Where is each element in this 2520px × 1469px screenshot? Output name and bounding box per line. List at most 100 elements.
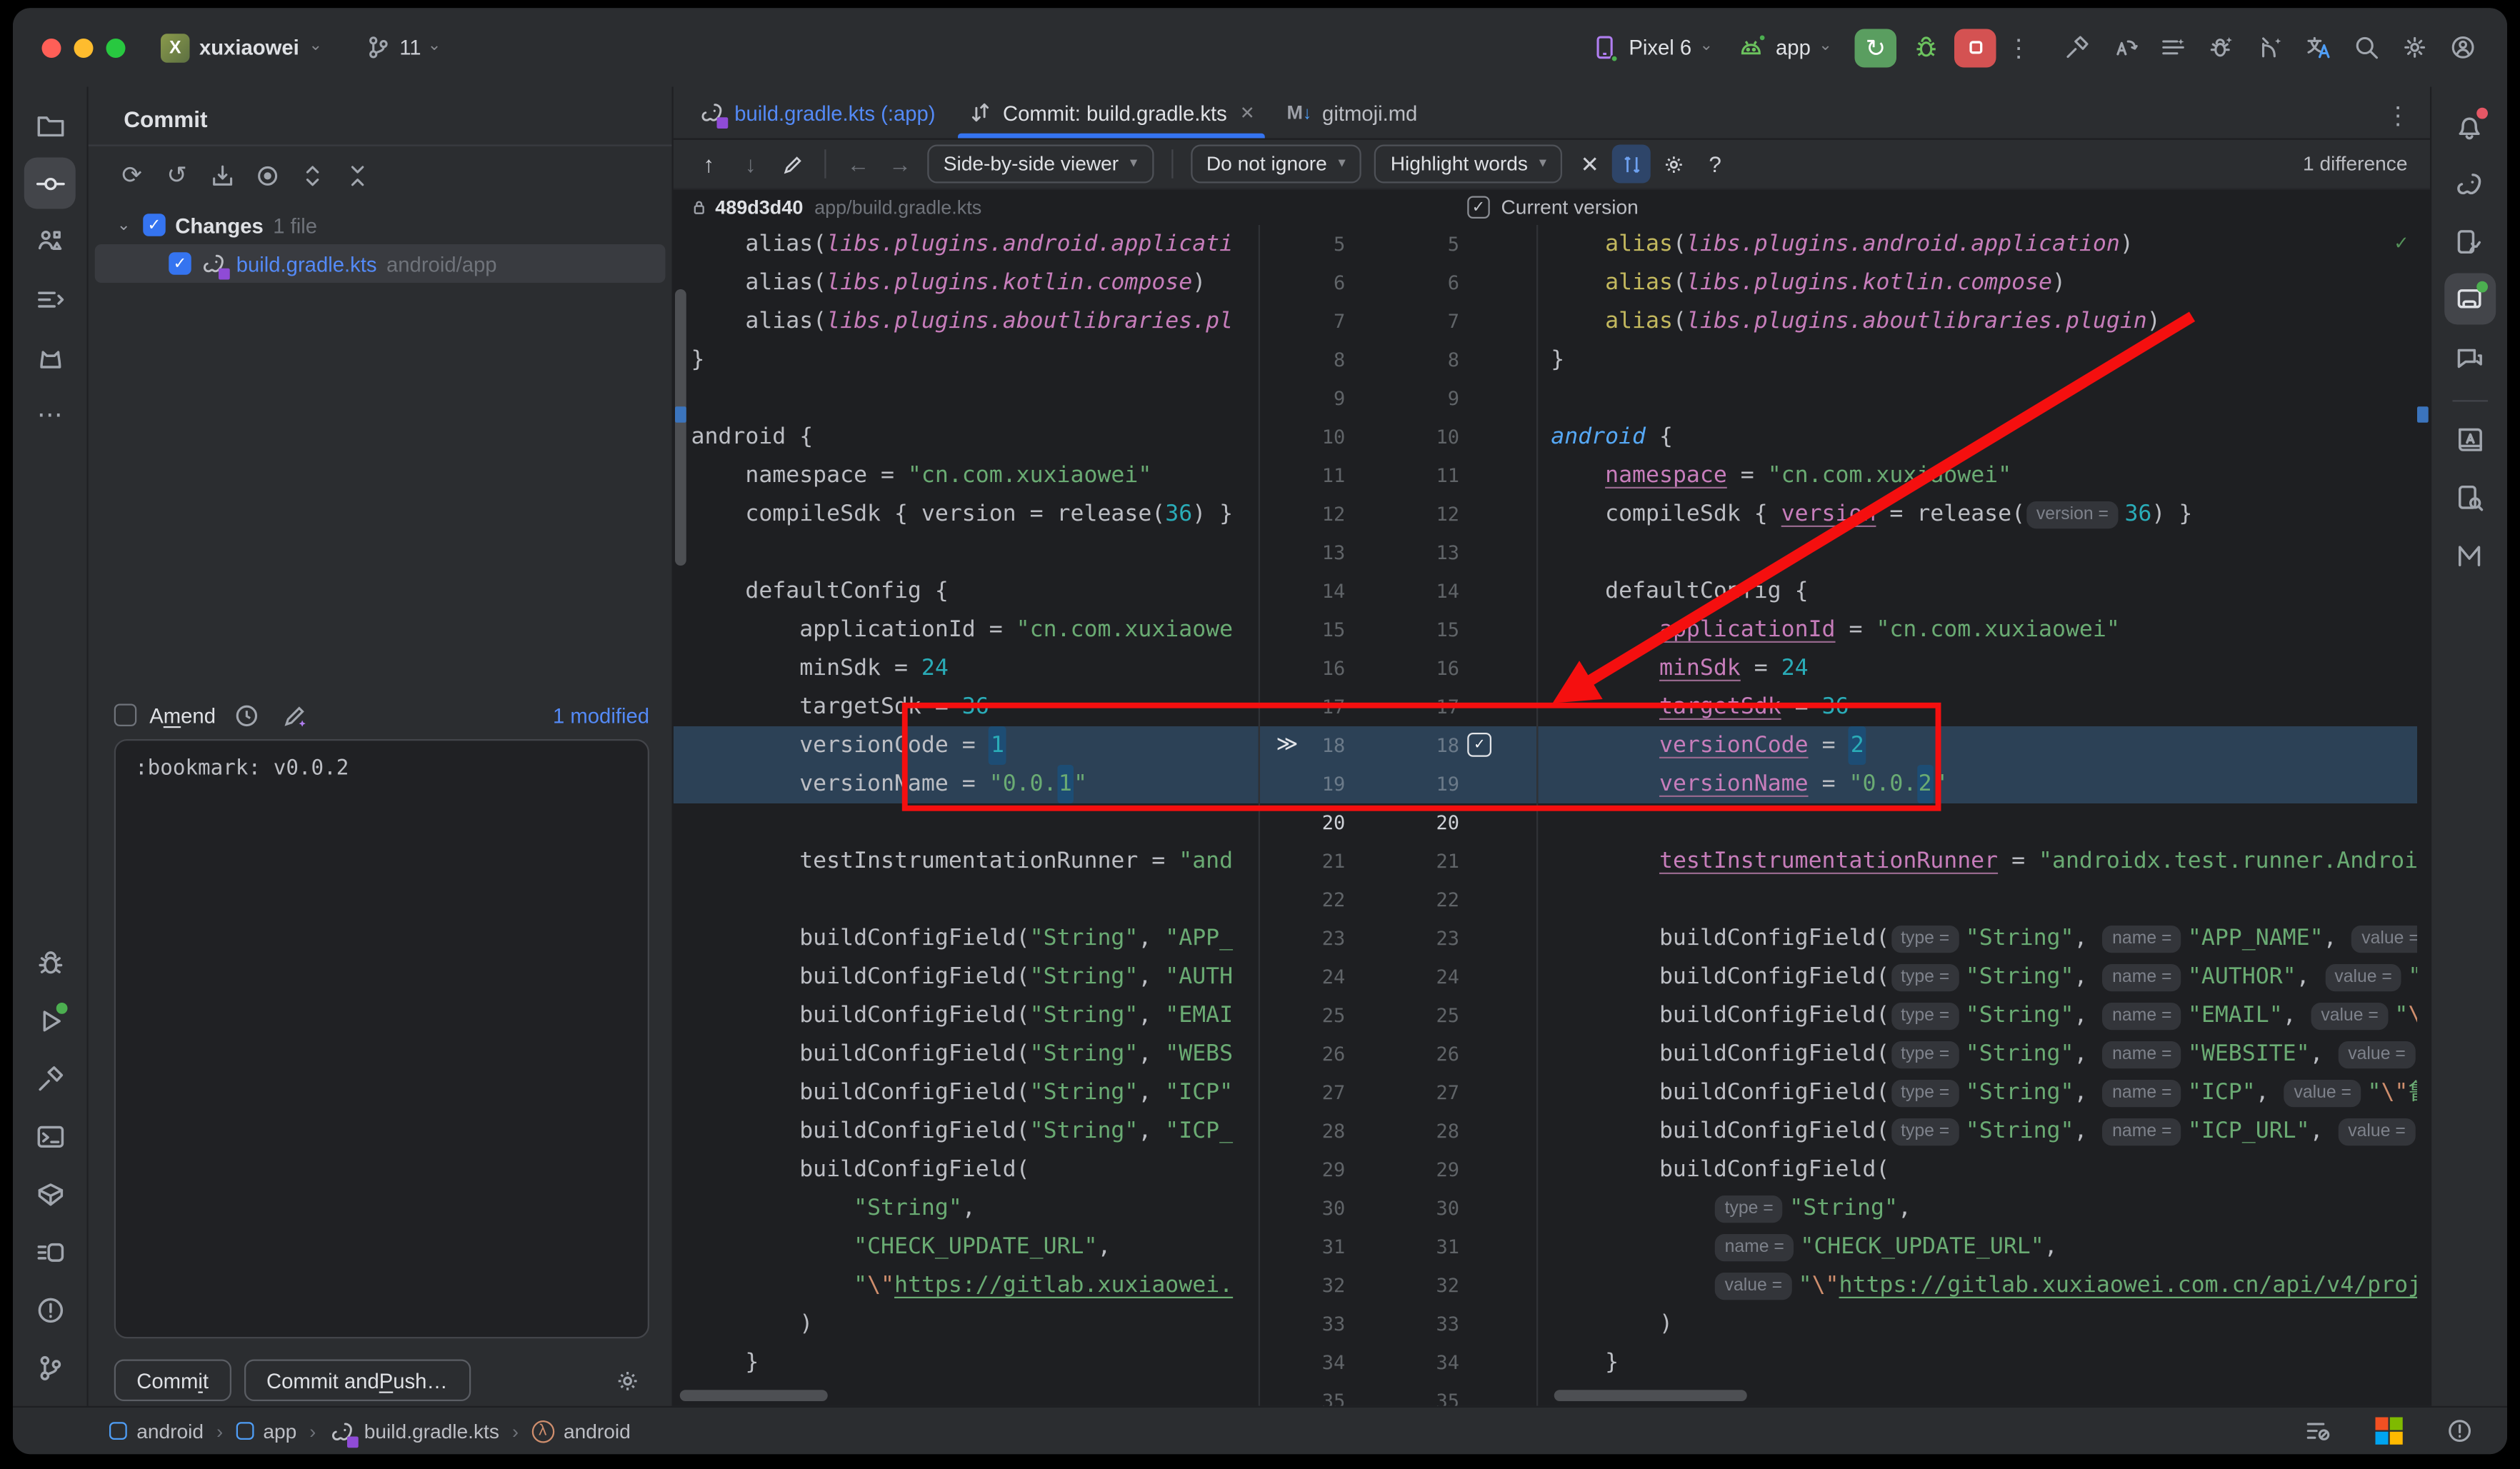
commit-icon[interactable] [24,158,76,209]
close-tab-icon[interactable]: ✕ [1240,102,1255,123]
refresh-icon[interactable]: ⟳ [111,154,153,196]
current-version-checkbox[interactable]: ✓ [1467,196,1490,219]
commit-button[interactable]: Commit [114,1360,231,1402]
back-icon[interactable]: ← [839,145,878,184]
stop-button[interactable] [1954,28,1996,66]
debug-button[interactable] [1903,25,1948,70]
commit-history-icon[interactable] [229,698,264,733]
collapse-unchanged-icon[interactable]: ✕ [1571,145,1609,184]
whitespace-dropdown[interactable]: Do not ignore▾ [1190,145,1361,184]
gutter-row-21: 2121 [1260,842,1536,881]
notifications-icon[interactable] [2444,100,2495,151]
expand-all-icon[interactable] [291,154,333,196]
gutter-row-28: 2828 [1260,1112,1536,1150]
device-selector[interactable]: Pixel 6 ⌄ [1589,31,1713,64]
help-icon[interactable]: ? [1696,145,1734,184]
close-window-button[interactable] [42,38,61,57]
branch-icon[interactable] [24,1342,76,1393]
changes-group-row[interactable]: ⌄ ✓ Changes 1 file [95,206,666,244]
run-play-icon[interactable] [24,995,76,1046]
next-difference-icon[interactable]: ↓ [731,145,770,184]
profiler-icon[interactable] [24,1226,76,1278]
minimize-window-button[interactable] [74,38,94,57]
ai-chat-icon[interactable] [2444,331,2495,383]
device-explorer-icon[interactable] [2444,471,2495,522]
gutter-row-17: 1717 [1260,688,1536,726]
apply-change-chevron-icon[interactable]: ≫ [1276,726,1296,765]
gradle-icon[interactable] [2444,158,2495,209]
modified-files-link[interactable]: 1 modified [553,703,649,727]
inspection-ok-icon[interactable]: ✓ [2395,231,2408,256]
commit-message-input[interactable]: :bookmark: v0.0.2 [114,739,649,1338]
file-checkbox[interactable]: ✓ [169,252,191,275]
tab-options-icon[interactable]: ⋮ [2382,101,2414,131]
translate-icon[interactable] [2295,25,2340,70]
flow-icon[interactable] [24,274,76,325]
settings-icon[interactable] [2391,25,2436,70]
diff-settings-gear-icon[interactable] [1654,145,1693,184]
rerun-button[interactable]: ↻ [1855,28,1897,66]
tab-gitmoji-md[interactable]: M↓gitmoji.md [1271,87,1434,139]
more-actions-icon[interactable]: ⋮ [2003,33,2035,62]
problems-icon[interactable] [2436,1408,2481,1453]
changed-file-row[interactable]: ✓ build.gradle.kts android/app [95,244,666,283]
commit-and-push-button[interactable]: Commit and Push… [244,1360,471,1402]
running-devices-icon[interactable] [2444,274,2495,325]
amend-checkbox[interactable] [114,704,137,727]
chevron-down-icon[interactable]: ⌄ [114,216,134,234]
ai-edit-icon[interactable] [2102,25,2147,70]
synchronize-scrolling-icon[interactable] [1612,145,1651,184]
run-configuration-selector[interactable]: app ⌄ [1736,31,1832,64]
include-change-checkbox[interactable]: ✓ [1467,733,1491,757]
previous-difference-icon[interactable]: ↑ [689,145,728,184]
changes-checkbox[interactable]: ✓ [143,214,166,236]
highlight-mode-dropdown[interactable]: Highlight words▾ [1374,145,1562,184]
cat-icon[interactable] [24,331,76,383]
left-vertical-scrollbar[interactable] [675,289,686,566]
hammer-icon[interactable] [24,1053,76,1104]
ms-logo-icon[interactable] [2366,1408,2411,1453]
more-icon[interactable]: ⋯ [24,389,76,441]
ai-pr-icon[interactable] [2247,25,2292,70]
before-pane[interactable]: alias(libs.plugins.android.applicati ali… [674,225,1260,1406]
bug-icon[interactable] [24,937,76,988]
avatar-icon[interactable] [2440,25,2485,70]
rollback-icon[interactable]: ↺ [156,154,198,196]
tab-build-gradle-kts-app-[interactable]: build.gradle.kts (:app) [683,87,951,139]
edit-source-icon[interactable] [773,145,811,184]
dictionary-icon[interactable] [2444,413,2495,464]
right-diff-map-marker[interactable] [2417,406,2429,423]
vcs-people-icon[interactable] [24,216,76,267]
right-horizontal-scrollbar[interactable] [1554,1390,1747,1401]
project-selector[interactable]: X xuxiaowei ⌄ [161,33,322,62]
gemini-icon[interactable] [2444,528,2495,580]
ai-lines-icon[interactable] [2151,25,2196,70]
device-manager-icon[interactable] [2444,216,2495,267]
left-horizontal-scrollbar[interactable] [680,1390,828,1401]
folder-icon[interactable] [24,100,76,151]
breadcrumb-build.gradle.kts[interactable]: build.gradle.kts [329,1418,499,1444]
ai-commit-message-icon[interactable] [276,698,312,733]
target-icon[interactable] [246,154,288,196]
problems-icon[interactable] [24,1284,76,1335]
left-diff-map-marker[interactable] [675,406,686,423]
breadcrumb-android[interactable]: android [109,1420,204,1443]
build-hammer-icon[interactable] [2054,25,2099,70]
commit-options-gear-icon[interactable] [604,1358,649,1403]
tab-commit-build-gradle-kts[interactable]: Commit: build.gradle.kts✕ [951,87,1271,139]
maximize-window-button[interactable] [106,38,126,57]
search-icon[interactable] [2344,25,2389,70]
inspector-icon[interactable] [24,1168,76,1220]
breadcrumb-android[interactable]: λandroid [531,1420,631,1443]
soft-wrap-icon[interactable] [2295,1408,2340,1453]
collapse-all-icon[interactable] [336,154,378,196]
terminal-icon[interactable] [24,1110,76,1162]
viewer-mode-dropdown[interactable]: Side-by-side viewer▾ [927,145,1153,184]
breadcrumb-app[interactable]: app [236,1420,296,1443]
after-pane[interactable]: alias(libs.plugins.android.application) … [1538,225,2417,1406]
branch-selector[interactable]: 11 ⌄ [364,33,441,62]
forward-icon[interactable]: → [881,145,919,184]
current-version-toggle[interactable]: ✓ Current version [1467,196,1639,219]
ai-bug-icon[interactable] [2199,25,2244,70]
shelve-icon[interactable] [201,154,243,196]
